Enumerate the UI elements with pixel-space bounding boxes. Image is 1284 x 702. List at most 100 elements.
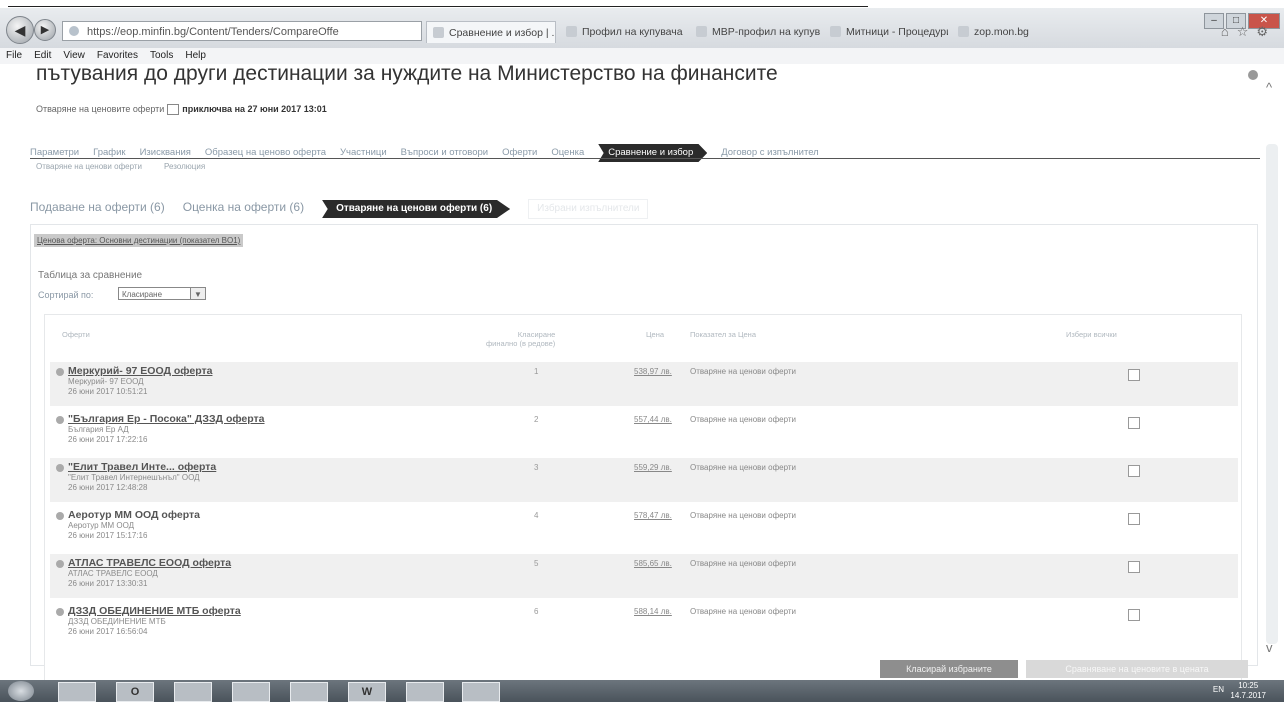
offer-checkbox[interactable] [1128,465,1140,477]
address-bar[interactable]: https://eop.minfin.bg/Content/Tenders/Co… [62,21,422,41]
chevron-down-icon: ▼ [190,288,205,299]
tab-customs[interactable]: Митници - Процедури [824,21,948,43]
explorer-icon[interactable] [58,682,96,702]
sort-select[interactable]: Класиране ▼ [118,287,206,300]
excel-icon[interactable] [290,682,328,702]
offer-price[interactable]: 557,44 лв. [634,415,672,424]
offer-date: 26 юни 2017 12:48:28 [68,483,148,492]
offer-name[interactable]: "Елит Травел Инте... оферта [68,461,216,473]
col-price: Цена [646,330,665,339]
offer-name[interactable]: ДЗЗД ОБЕДИНЕНИЕ МТБ оферта [68,605,241,617]
subtab-open-prices[interactable]: Отваряне на ценови оферти [36,162,142,171]
clock[interactable]: 10:25 14.7.2017 [1230,681,1266,701]
offer-checkbox[interactable] [1128,369,1140,381]
expand-icon[interactable] [56,560,64,568]
favicon-icon [830,26,841,37]
tab-zop[interactable]: zop.mon.bg [952,21,1102,43]
open-deadline: Отваряне на ценовите оферти приключва на … [36,104,327,116]
criterion-link[interactable]: Ценова оферта: Основни дестинации (показ… [34,234,244,247]
menu-file[interactable]: File [6,50,22,61]
home-icon[interactable]: ⌂ [1221,24,1237,39]
page-content: пътувания до други дестинации за нуждите… [0,62,1284,682]
stage-selected[interactable]: Избрани изпълнители [528,199,649,219]
offer-company: България Ер АД [68,425,129,434]
menu-view[interactable]: View [63,50,85,61]
expand-icon[interactable] [56,464,64,472]
col-select-all[interactable]: Избери всички [1066,330,1117,339]
expand-icon[interactable] [56,608,64,616]
tab-contract[interactable]: Договор с изпълнител [721,144,819,162]
tab-mvr[interactable]: МВР-профил на купува... [690,21,820,43]
menu-help[interactable]: Help [185,50,206,61]
expand-icon[interactable] [56,512,64,520]
settings-icon[interactable] [1248,70,1258,80]
tab-schedule[interactable]: График [93,144,125,162]
tab-offers[interactable]: Оферти [502,144,537,162]
tab-price-form[interactable]: Образец на ценово оферта [205,144,326,162]
scrollbar[interactable] [1266,144,1278,644]
pdf-icon[interactable] [462,682,500,702]
offer-checkbox[interactable] [1128,417,1140,429]
scroll-down-icon[interactable]: v [1266,640,1273,655]
tab-evaluation[interactable]: Оценка [551,144,584,162]
subtab-resolution[interactable]: Резолюция [164,162,205,171]
tab-label: МВР-профил на купува... [712,26,820,38]
offer-name[interactable]: "България Ер - Посока" ДЗЗД оферта [68,413,265,425]
offer-name[interactable]: АТЛАС ТРАВЕЛС ЕООД оферта [68,557,231,569]
offer-price[interactable]: 538,97 лв. [634,367,672,376]
tab-participants[interactable]: Участници [340,144,387,162]
offer-company: Аеротур ММ ООД [68,521,135,530]
offer-date: 26 юни 2017 15:17:16 [68,531,148,540]
table-row: АТЛАС ТРАВЕЛС ЕООД оферта АТЛАС ТРАВЕЛС … [50,554,1238,598]
stage-evaluate[interactable]: Оценка на оферти (6) [183,198,304,216]
menu-favorites[interactable]: Favorites [97,50,138,61]
media-icon[interactable] [232,682,270,702]
tabs-divider [30,158,1260,159]
page-title: пътувания до други дестинации за нуждите… [36,62,778,85]
back-button[interactable]: ◀ [6,16,34,44]
menu-edit[interactable]: Edit [34,50,51,61]
offer-rank: 2 [534,415,539,424]
offer-checkbox[interactable] [1128,513,1140,525]
tab-profile[interactable]: Профил на купувача ... [560,21,686,43]
star-icon[interactable]: ☆ [1237,24,1257,39]
table-row: "България Ер - Посока" ДЗЗД оферта Бълга… [50,410,1238,454]
expand-icon[interactable] [56,368,64,376]
tab-requirements[interactable]: Изисквания [140,144,191,162]
rank-selected-button[interactable]: Класирай избраните [880,660,1018,678]
gear-icon[interactable]: ⚙ [1256,24,1276,39]
sort-label: Сортирай по: [38,290,94,300]
expand-icon[interactable] [56,416,64,424]
forward-button[interactable]: ▶ [34,19,56,41]
offer-checkbox[interactable] [1128,609,1140,621]
tab-label: zop.mon.bg [974,26,1029,38]
language-indicator[interactable]: EN [1213,685,1224,694]
offer-price-type: Отваряне на ценови оферти [690,415,797,424]
table-row: "Елит Травел Инте... оферта "Елит Травел… [50,458,1238,502]
stage-submit[interactable]: Подаване на оферти (6) [30,198,165,216]
tab-qa[interactable]: Въпроси и отговори [401,144,488,162]
col-offer: Оферти [62,330,90,339]
menu-tools[interactable]: Tools [150,50,173,61]
tab-compare[interactable]: Сравнение и избор | ... × [426,21,556,43]
offer-date: 26 юни 2017 16:56:04 [68,627,148,636]
address-text: https://eop.minfin.bg/Content/Tenders/Co… [87,26,339,38]
offer-price[interactable]: 578,47 лв. [634,511,672,520]
outlook-icon[interactable]: O [116,682,154,702]
chrome-icon[interactable] [406,682,444,702]
word-icon[interactable]: W [348,682,386,702]
tab-parameters[interactable]: Параметри [30,144,79,162]
offer-price[interactable]: 559,29 лв. [634,463,672,472]
ie-icon[interactable] [174,682,212,702]
offer-price[interactable]: 585,65 лв. [634,559,672,568]
stage-open-prices[interactable]: Отваряне на ценови оферти (6) [322,200,511,218]
offer-name[interactable]: Аеротур ММ ООД оферта [68,509,200,521]
compare-prices-button[interactable]: Сравняване на ценовите в цената [1026,660,1248,678]
offer-checkbox[interactable] [1128,561,1140,573]
scroll-up-icon[interactable]: ^ [1266,80,1272,95]
offer-name[interactable]: Меркурий- 97 ЕООД оферта [68,365,212,377]
start-button[interactable] [8,681,34,701]
tab-compare-select[interactable]: Сравнение и избор [598,144,708,162]
offer-price[interactable]: 588,14 лв. [634,607,672,616]
offer-rank: 1 [534,367,539,376]
